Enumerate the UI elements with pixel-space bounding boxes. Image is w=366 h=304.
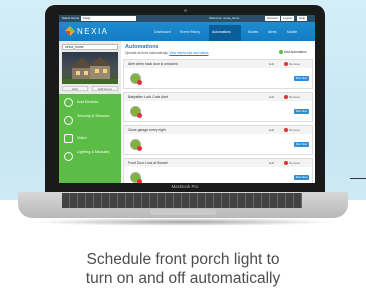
lightbulb-icon xyxy=(64,152,73,161)
welcome-text: Welcome, nexia_home xyxy=(209,16,240,20)
automation-card: Alert when back door is unlocked Edit Re… xyxy=(123,59,313,89)
run-now-button[interactable]: Run Now xyxy=(294,175,309,180)
sidebar-item-video[interactable]: Video xyxy=(77,136,87,141)
add-devices-icon xyxy=(64,98,73,107)
plus-icon xyxy=(279,50,283,55)
logout-button[interactable]: Logout xyxy=(281,16,295,21)
remove-label: Remove xyxy=(289,95,301,99)
tab-alerts[interactable]: Alerts xyxy=(268,30,277,34)
tab-dashboard[interactable]: Dashboard xyxy=(154,30,171,34)
remove-link[interactable]: Remove xyxy=(284,161,301,166)
home-select[interactable]: nexia_home xyxy=(62,44,118,50)
edit-home-button[interactable]: Edit xyxy=(62,86,88,91)
automation-icon xyxy=(130,139,142,151)
trackpad xyxy=(150,209,216,215)
add-automation-label: Add Automation xyxy=(284,50,307,54)
divider-line xyxy=(350,178,366,179)
automation-icon xyxy=(130,106,142,118)
nav-bar: NEXIA Dashboard Event History Automation… xyxy=(59,22,315,41)
remove-link[interactable]: Remove xyxy=(284,95,301,100)
top-bar: Select Home Patay Welcome, nexia_home Ac… xyxy=(59,15,315,22)
remove-label: Remove xyxy=(289,161,301,165)
account-button[interactable]: Account xyxy=(265,16,280,21)
tab-mobile[interactable]: Mobile xyxy=(287,30,297,34)
page-subtitle: Operate devices automatically. View help… xyxy=(125,51,209,55)
select-home-label: Select Home xyxy=(62,16,80,20)
remove-icon xyxy=(284,62,288,67)
laptop-model-label: MacBook Pro xyxy=(171,184,199,189)
help-button[interactable]: Help xyxy=(297,16,308,21)
add-automation-button[interactable]: Add Automation xyxy=(279,50,307,55)
remove-link[interactable]: Remove xyxy=(284,128,301,133)
lock-icon xyxy=(64,116,73,125)
automation-card: Babysitter Lock Code Alert Edit Remove R… xyxy=(123,92,313,122)
home-photo xyxy=(62,52,118,84)
automation-icon xyxy=(130,172,142,183)
camera-icon xyxy=(184,9,187,12)
run-now-button[interactable]: Run Now xyxy=(294,142,309,147)
edit-link[interactable]: Edit xyxy=(269,62,274,66)
keyboard xyxy=(62,193,302,208)
nexia-logo-icon xyxy=(65,26,75,36)
house-image-icon xyxy=(62,57,118,84)
caption-line-2: turn on and off automatically xyxy=(85,270,281,287)
sidebar-item-lighting[interactable]: Lighting & Modules xyxy=(77,150,117,155)
tab-modes[interactable]: Modes xyxy=(248,30,258,34)
run-now-button[interactable]: Run Now xyxy=(294,76,309,81)
sidebar-menu: Add Devices Security & Sensors Video Lig… xyxy=(59,94,121,183)
sidebar-item-security[interactable]: Security & Sensors xyxy=(77,114,117,119)
edit-link[interactable]: Edit xyxy=(269,128,274,132)
remove-label: Remove xyxy=(289,62,301,66)
nexia-logo-text: NEXIA xyxy=(77,27,109,36)
laptop-shadow xyxy=(30,218,336,226)
automation-name: Alert when back door is unlocked xyxy=(128,62,178,66)
home-dropdown[interactable]: Patay xyxy=(81,16,136,21)
caption: Schedule front porch light to turn on an… xyxy=(0,250,366,288)
automation-name: Front Door Lock at Sunset xyxy=(128,161,168,165)
add-home-button[interactable]: Add Home xyxy=(92,86,118,91)
remove-icon xyxy=(284,128,288,133)
automation-name: Close garage every night xyxy=(128,128,166,132)
automation-card: Close garage every night Edit Remove Run… xyxy=(123,125,313,155)
subtitle-text: Operate devices automatically. xyxy=(125,51,169,55)
sidebar-item-add-devices[interactable]: Add Devices xyxy=(77,100,98,105)
page-title: Automations xyxy=(125,44,159,50)
camera-video-icon xyxy=(64,134,73,143)
remove-icon xyxy=(284,95,288,100)
remove-label: Remove xyxy=(289,128,301,132)
automation-card: Front Door Lock at Sunset Edit Remove Ru… xyxy=(123,158,313,183)
edit-link[interactable]: Edit xyxy=(269,95,274,99)
automation-name: Babysitter Lock Code Alert xyxy=(128,95,168,99)
tips-link[interactable]: View helpful tips and videos xyxy=(169,51,208,55)
remove-icon xyxy=(284,161,288,166)
app-screen: Select Home Patay Welcome, nexia_home Ac… xyxy=(59,15,315,183)
edit-link[interactable]: Edit xyxy=(269,161,274,165)
automation-icon xyxy=(130,73,142,85)
tab-event-history[interactable]: Event History xyxy=(180,30,200,34)
remove-link[interactable]: Remove xyxy=(284,62,301,67)
tab-automations[interactable]: Automations xyxy=(212,30,231,34)
run-now-button[interactable]: Run Now xyxy=(294,109,309,114)
caption-line-1: Schedule front porch light to xyxy=(86,251,280,268)
